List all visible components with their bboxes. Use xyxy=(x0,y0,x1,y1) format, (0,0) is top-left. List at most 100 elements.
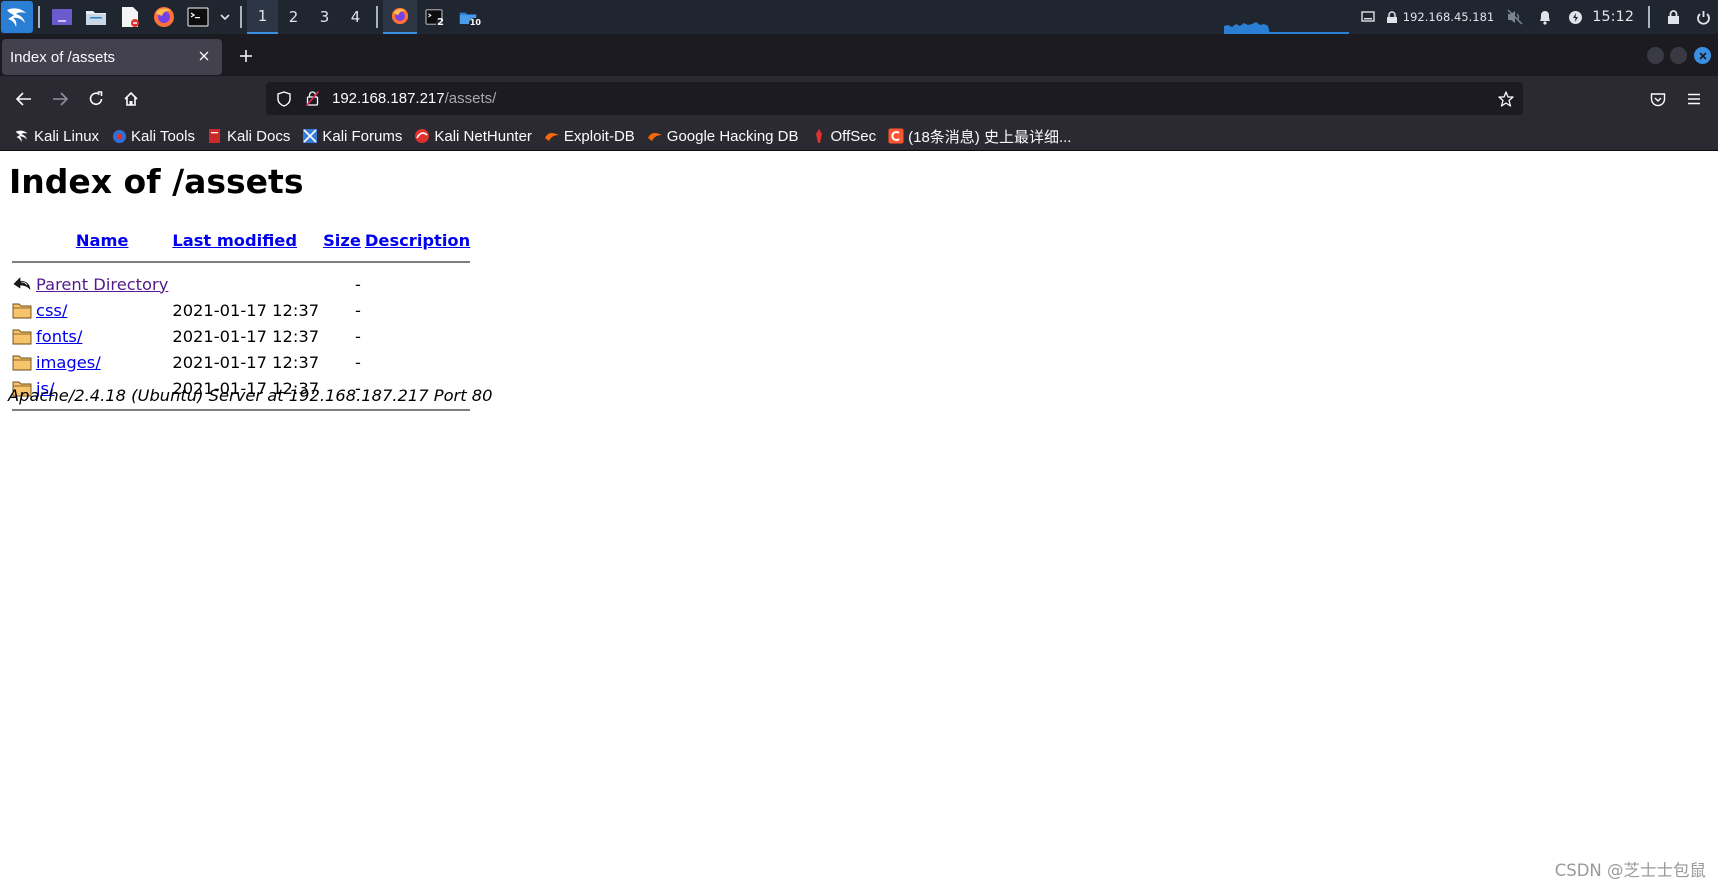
panel-separator xyxy=(240,6,242,28)
kali-menu-button[interactable] xyxy=(1,1,33,33)
shield-icon xyxy=(277,90,291,107)
bookmark-label: Kali NetHunter xyxy=(434,127,532,145)
bookmark-kali-tools[interactable]: Kali Tools xyxy=(107,124,199,148)
close-icon xyxy=(1698,51,1707,60)
launcher-dropdown[interactable] xyxy=(215,0,235,34)
show-desktop-button[interactable] xyxy=(45,0,79,34)
directory-link-css[interactable]: css/ xyxy=(36,301,67,320)
bookmark-kali-forums[interactable]: Kali Forums xyxy=(298,124,406,148)
power-manager-button[interactable] xyxy=(1560,0,1590,34)
lock-screen-button[interactable] xyxy=(1658,0,1688,34)
firefox-launcher[interactable] xyxy=(147,0,181,34)
taskbar-terminal-windows[interactable]: 2 xyxy=(417,0,451,34)
window-close-button[interactable] xyxy=(1694,47,1711,64)
sort-by-description-link[interactable]: Description xyxy=(365,231,470,250)
table-divider xyxy=(12,254,471,270)
firefox-icon xyxy=(154,7,174,27)
file-manager-launcher[interactable] xyxy=(79,0,113,34)
folder-icon xyxy=(12,303,32,319)
network-lock-icon xyxy=(1386,10,1397,23)
size-cell: - xyxy=(355,300,361,320)
pocket-button[interactable] xyxy=(1642,83,1674,115)
page-title: Index of /assets xyxy=(9,162,304,201)
text-editor-launcher[interactable] xyxy=(113,0,147,34)
description-cell xyxy=(365,324,470,348)
taskbar-files-windows[interactable]: 10 xyxy=(451,0,485,34)
size-column-header[interactable]: Size xyxy=(323,228,361,252)
window-minimize-button[interactable] xyxy=(1647,47,1664,64)
csdn-watermark: CSDN @芝士士包鼠 xyxy=(1554,861,1706,880)
bookmark-kali-docs[interactable]: Kali Docs xyxy=(203,124,294,148)
address-bar[interactable]: 192.168.187.217/assets/ xyxy=(266,82,1523,115)
bookmark-kali-linux[interactable]: Kali Linux xyxy=(10,124,103,148)
window-maximize-button[interactable] xyxy=(1670,47,1687,64)
new-tab-button[interactable] xyxy=(234,44,258,68)
bookmark-label: Exploit-DB xyxy=(563,127,635,145)
back-button[interactable] xyxy=(8,83,40,115)
kali-forums-icon xyxy=(303,129,318,143)
divider-line xyxy=(12,261,471,263)
tab-index-of-assets[interactable]: Index of /assets xyxy=(2,39,222,75)
panel-separator xyxy=(1648,6,1650,28)
reload-button[interactable] xyxy=(80,83,112,115)
plus-icon xyxy=(240,50,252,62)
parent-directory-link[interactable]: Parent Directory xyxy=(36,275,168,294)
sort-by-modified-link[interactable]: Last modified xyxy=(172,231,297,250)
volume-button[interactable] xyxy=(1500,0,1530,34)
browser-tab-strip: Index of /assets xyxy=(0,34,1718,76)
back-arrow-icon xyxy=(13,277,31,290)
back-arrow-icon xyxy=(16,92,31,106)
icon-column-header xyxy=(12,228,32,252)
forward-arrow-icon xyxy=(53,92,68,106)
bookmark-exploit-db[interactable]: Exploit-DB xyxy=(540,124,639,148)
offsec-icon xyxy=(815,129,822,143)
bookmark-kali-nethunter[interactable]: Kali NetHunter xyxy=(410,124,536,148)
size-cell: - xyxy=(355,326,361,346)
bookmark-google-hacking-db[interactable]: Google Hacking DB xyxy=(643,124,803,148)
workspace-3[interactable]: 3 xyxy=(309,0,340,34)
clock[interactable]: 15:12 xyxy=(1592,9,1634,25)
table-row: fonts/ 2021-01-17 12:37 - xyxy=(12,324,470,348)
sort-by-size-link[interactable]: Size xyxy=(323,231,361,250)
firefox-icon xyxy=(391,7,409,25)
sort-by-name-link[interactable]: Name xyxy=(76,231,129,250)
desktop-icon xyxy=(52,9,72,25)
directory-link-fonts[interactable]: fonts/ xyxy=(36,327,82,346)
last-modified-column-header[interactable]: Last modified xyxy=(172,228,319,252)
folder-icon xyxy=(12,355,32,371)
name-column-header[interactable]: Name xyxy=(36,228,168,252)
kali-dragon-icon xyxy=(15,130,28,143)
exploit-db-icon xyxy=(647,133,662,141)
logout-button[interactable] xyxy=(1688,0,1718,34)
vpn-status[interactable] xyxy=(1383,0,1401,34)
workspace-1[interactable]: 1 xyxy=(247,0,278,34)
description-cell xyxy=(365,350,470,374)
notifications-button[interactable] xyxy=(1530,0,1560,34)
workspace-4[interactable]: 4 xyxy=(340,0,371,34)
directory-link-images[interactable]: images/ xyxy=(36,353,101,372)
bookmark-star-button[interactable] xyxy=(1495,88,1517,110)
tab-title: Index of /assets xyxy=(10,48,116,66)
star-icon xyxy=(1498,91,1514,107)
site-info-button[interactable] xyxy=(300,91,324,106)
tracking-protection-button[interactable] xyxy=(268,90,300,107)
power-plug-icon xyxy=(1568,10,1582,24)
close-tab-button[interactable] xyxy=(194,46,214,66)
app-menu-button[interactable] xyxy=(1678,83,1710,115)
home-button[interactable] xyxy=(115,83,147,115)
kali-docs-icon xyxy=(209,129,221,143)
forward-button[interactable] xyxy=(44,83,76,115)
kali-dragon-icon xyxy=(7,8,26,27)
terminal-launcher[interactable] xyxy=(181,0,215,34)
description-cell xyxy=(365,272,470,296)
reload-icon xyxy=(89,91,103,105)
description-column-header[interactable]: Description xyxy=(365,228,470,252)
bookmark-csdn-article[interactable]: (18条消息) 史上最详细... xyxy=(884,124,1075,148)
display-settings-button[interactable] xyxy=(1353,0,1383,34)
text-editor-icon xyxy=(122,7,139,27)
folder-icon xyxy=(12,329,32,345)
taskbar-firefox-window[interactable] xyxy=(383,0,417,34)
workspace-2[interactable]: 2 xyxy=(278,0,309,34)
bookmark-offsec[interactable]: OffSec xyxy=(807,124,881,148)
pocket-icon xyxy=(1650,92,1666,106)
